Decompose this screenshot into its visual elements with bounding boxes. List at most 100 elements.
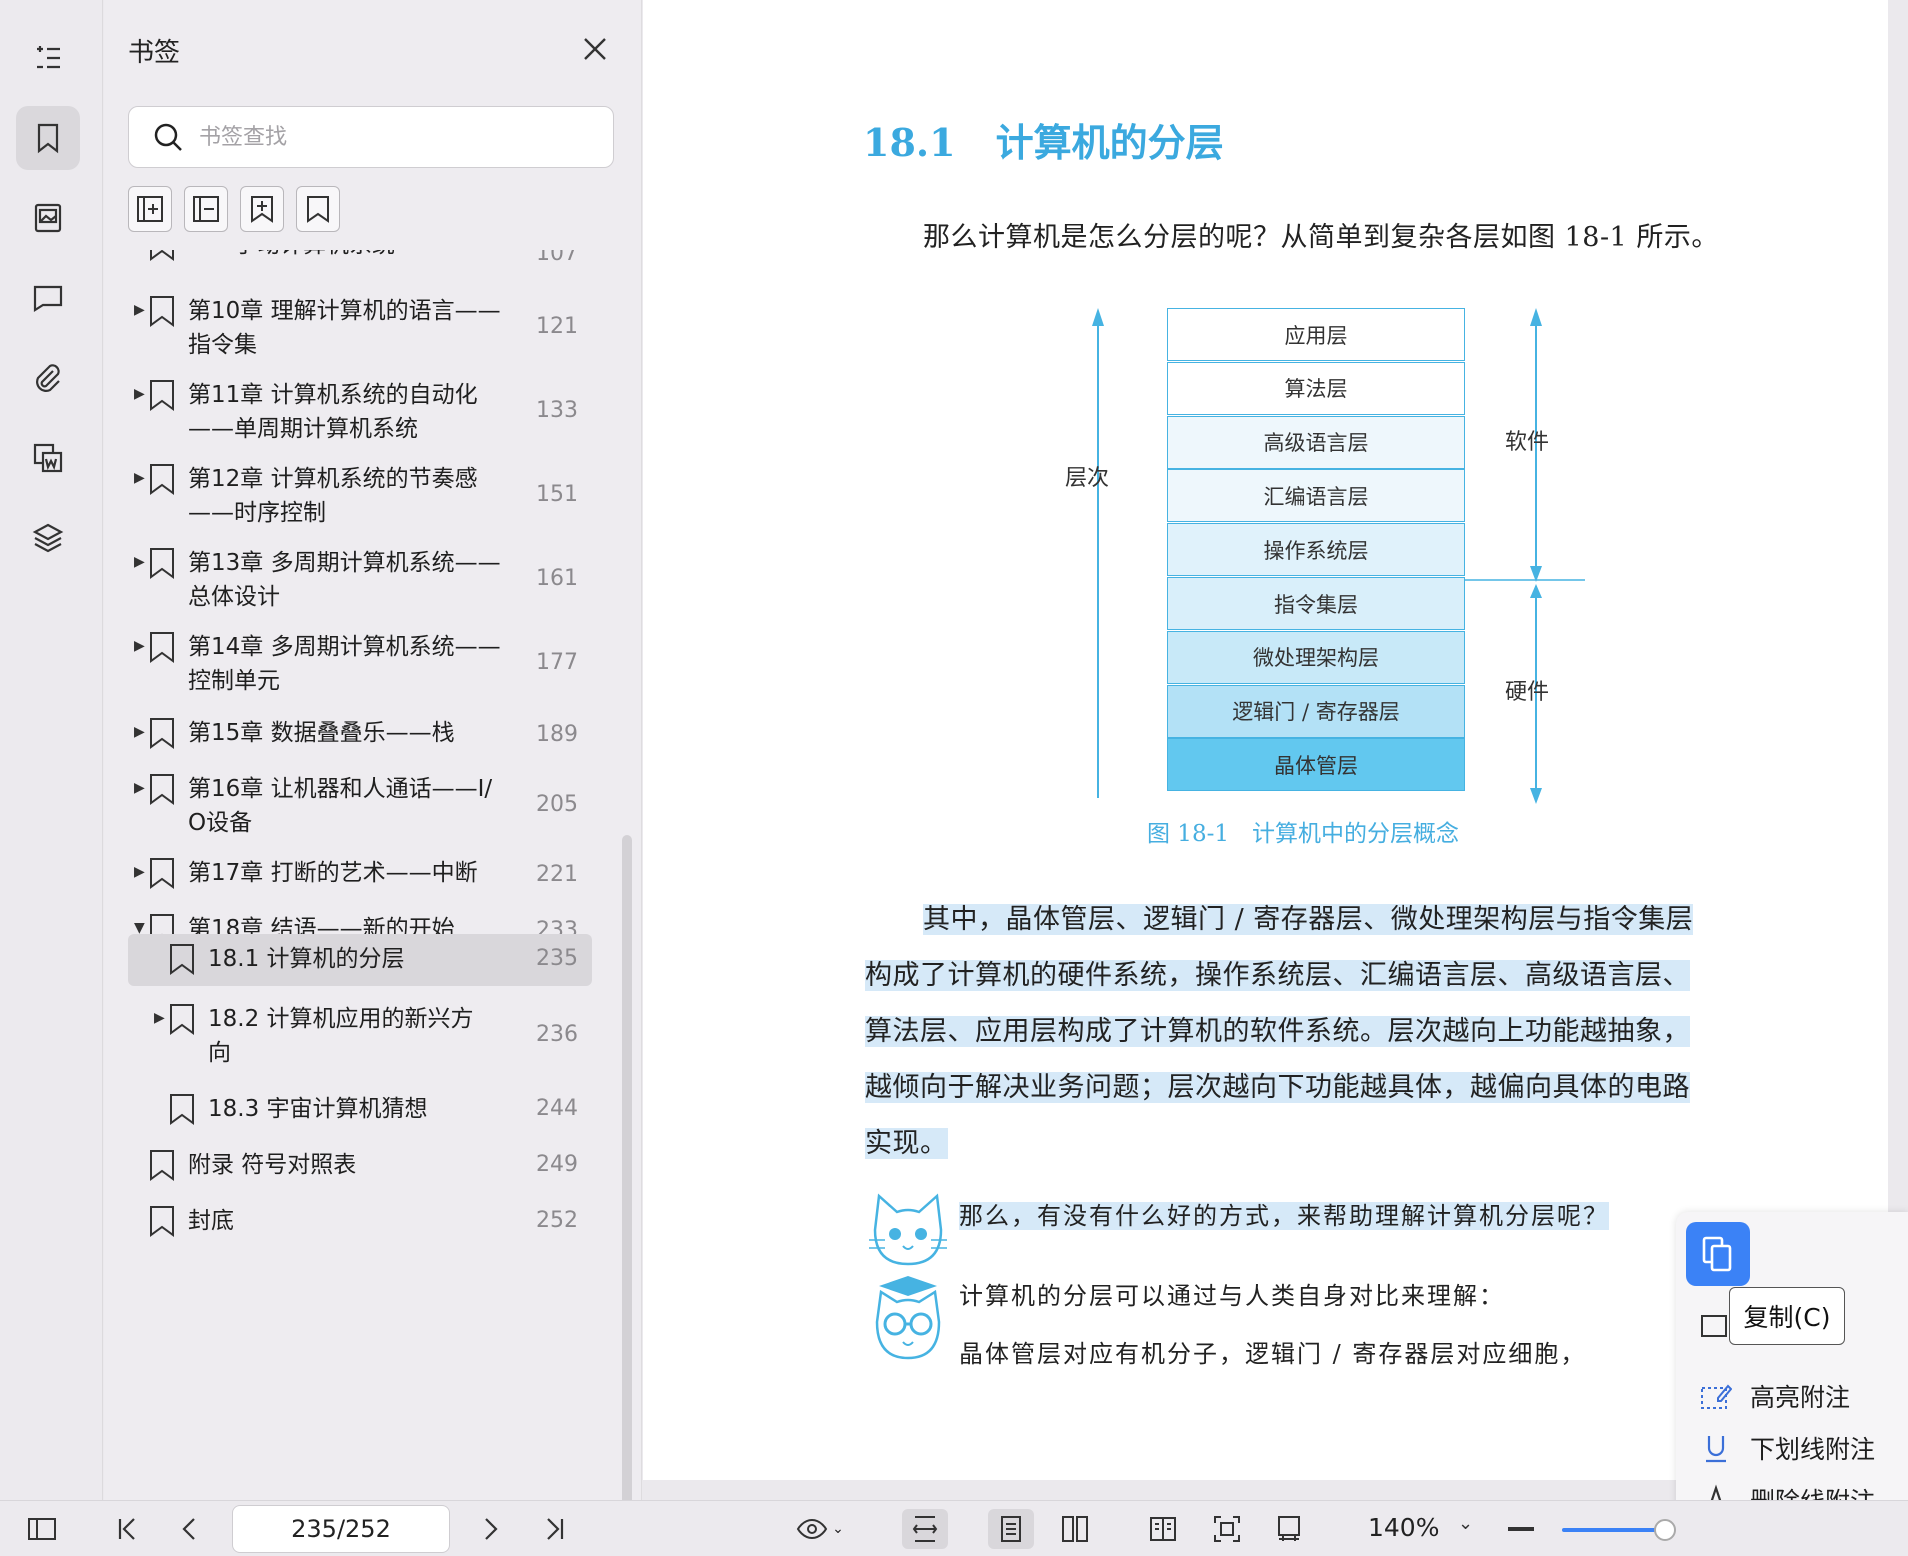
bookmark-item[interactable]: 附录 符号对照表 249 [128,1140,592,1192]
eye-icon [796,1518,828,1540]
collapsed-caret-icon[interactable]: ▶ [134,386,148,402]
highlighted-text: 构成了计算机的硬件系统，操作系统层、汇编语言层、高级语言层、 [865,960,1690,991]
zoom-slider[interactable] [1562,1528,1662,1532]
single-page-button[interactable] [988,1509,1034,1549]
bookmark-button[interactable] [296,186,340,232]
bookmark-item[interactable]: ▶ 第12章 计算机系统的节奏感 ——时序控制 151 [128,454,592,538]
bookmark-icon [170,1094,194,1125]
bookmark-scrollbar[interactable] [622,835,632,1505]
bookmark-title: 第12章 计算机系统的节奏感 ——时序控制 [188,466,478,526]
bookmark-icon [150,380,174,411]
bottom-toolbar: 235/252 ⌄ 140% ⌄ [0,1500,1908,1556]
bookmark-page-number: 205 [536,792,578,817]
bookmark-icon [150,774,174,805]
layers-icon[interactable] [16,506,80,570]
bookmark-item[interactable]: ▶ 第16章 让机器和人通话——I/ O设备 205 [128,764,592,848]
bookmark-item[interactable]: ▶ 第14章 多周期计算机系统—— 控制单元 177 [128,622,592,706]
diagram-layer: 应用层 [1167,308,1465,361]
attachment-icon[interactable] [16,346,80,410]
diagram-layer: 逻辑门 / 寄存器层 [1167,684,1465,738]
collapsed-caret-icon[interactable]: ▶ [134,638,148,654]
bookmark-page-number: 244 [536,1096,578,1121]
first-page-button[interactable] [108,1509,148,1549]
collapsed-caret-icon[interactable]: ▶ [134,470,148,486]
expand-all-icon [137,196,163,222]
highlighted-text: 越倾向于解决业务问题；层次越向下功能越具体，越偏向具体的电路 [865,1072,1690,1103]
fit-width-button[interactable] [902,1509,948,1549]
zoom-dropdown-icon[interactable]: ⌄ [1458,1513,1473,1534]
zoom-level[interactable]: 140% [1368,1513,1439,1542]
highlighted-text: 其中，晶体管层、逻辑门 / 寄存器层、微处理架构层与指令集层 [923,904,1694,935]
zoom-slider-knob[interactable] [1654,1519,1676,1541]
collapsed-caret-icon[interactable]: ▶ [154,1010,168,1026]
collapsed-caret-icon[interactable]: ▶ [134,724,148,740]
thumbnail-icon[interactable] [16,186,80,250]
copy-button[interactable] [1686,1222,1750,1286]
last-page-button[interactable] [534,1509,574,1549]
bookmark-panel-icon[interactable] [16,106,80,170]
bookmark-item[interactable]: 18.1 计算机的分层 235 [128,934,592,986]
bookmark-page-number: 189 [536,722,578,747]
underline-annotation-item[interactable]: 下划线附注 [1700,1428,1875,1468]
view-mode-button[interactable]: ⌄ [790,1509,850,1549]
collapsed-caret-icon[interactable]: ▶ [134,302,148,318]
collapsed-caret-icon[interactable]: ▶ [134,554,148,570]
page-number-input[interactable]: 235/252 [232,1505,450,1553]
bookmark-item[interactable]: ▶ 第17章 打断的艺术——中断 221 [128,848,592,904]
highlight-annotation-item[interactable]: 高亮附注 [1700,1376,1850,1416]
bookmark-page-number: 107 [536,250,578,266]
bookmark-item[interactable]: ▶ 18.2 计算机应用的新兴方 向 236 [128,994,592,1078]
expand-all-button[interactable] [128,186,172,232]
rotate-icon [1278,1516,1300,1541]
next-page-button[interactable] [470,1509,510,1549]
collapsed-caret-icon[interactable]: ▶ [134,780,148,796]
toggle-sidebar-button[interactable] [22,1509,62,1549]
comment-icon[interactable] [16,266,80,330]
book-mode-button[interactable] [1140,1509,1186,1549]
bookmark-icon [150,1206,174,1237]
professor-dialog-line1: 计算机的分层可以通过与人类自身对比来理解： [959,1282,1505,1310]
close-icon[interactable] [580,34,610,64]
figure-caption: 图 18-1 计算机中的分层概念 [1147,821,1459,847]
bookmark-page-number: 235 [536,946,578,971]
highlighted-text: 算法层、应用层构成了计算机的软件系统。层次越向上功能越抽象， [865,1016,1690,1047]
bookmark-item[interactable]: 封底 252 [128,1196,592,1248]
collapse-all-button[interactable] [184,186,228,232]
bookmark-tree: ——手动计算机系统 107 ▶ 第10章 理解计算机的语言—— 指令集 121 ▶ 第11章… [104,250,624,1500]
hierarchy-label: 层次 [1065,466,1110,491]
bookmark-item[interactable]: ▶ 第13章 多周期计算机系统—— 总体设计 161 [128,538,592,622]
rotate-button[interactable] [1266,1509,1312,1549]
intro-paragraph: 那么计算机是怎么分层的呢？从简单到复杂各层如图 18-1 所示。 [923,222,1719,253]
two-page-button[interactable] [1052,1509,1098,1549]
search-input[interactable] [199,124,579,150]
underline-icon [1706,1436,1726,1463]
diagram-layer: 汇编语言层 [1167,469,1465,523]
diagram-layer: 指令集层 [1167,577,1465,630]
bookmark-title: 封底 [188,1208,234,1234]
bookmark-icon [150,250,174,261]
bookmark-icon [150,1150,174,1181]
bookmark-panel: 书签 ——手动计算机系统 107 ▶ 第10章 理解计算机的语言—— 指令集 121 ▶ 第… [104,0,642,1500]
outline-icon[interactable] [16,26,80,90]
fit-page-button[interactable] [1204,1509,1250,1549]
zoom-out-icon[interactable] [1508,1527,1534,1531]
first-page-icon [118,1518,135,1540]
bookmark-item[interactable]: ——手动计算机系统 107 [128,250,592,290]
highlight-annotation-label: 高亮附注 [1750,1383,1851,1412]
bookmark-title: 第16章 让机器和人通话——I/ O设备 [188,776,493,836]
bookmark-title: 第17章 打断的艺术——中断 [188,860,478,886]
copy-icon [1702,1236,1732,1272]
collapsed-caret-icon[interactable]: ▶ [134,864,148,880]
fit-page-icon [1214,1516,1240,1542]
bookmark-item[interactable]: 18.3 宇宙计算机猜想 244 [128,1084,592,1136]
bookmark-search[interactable] [128,106,614,168]
add-bookmark-button[interactable] [240,186,284,232]
prev-page-button[interactable] [170,1509,210,1549]
bookmark-item[interactable]: ▶ 第15章 数据叠叠乐——栈 189 [128,708,592,764]
text-box-icon[interactable] [1700,1312,1730,1342]
bookmark-item[interactable]: ▶ 第11章 计算机系统的自动化 ——单周期计算机系统 133 [128,370,592,454]
page-label-icon[interactable] [16,426,80,490]
layer-diagram: 应用层 算法层 高级语言层 汇编语言层 操作系统层 指令集层 微处理架构层 逻辑门 / 寄存器… [1043,300,1585,820]
bookmark-item[interactable]: ▶ 第10章 理解计算机的语言—— 指令集 121 [128,286,592,370]
cat-dialog-text: 那么，有没有什么好的方式，来帮助理解计算机分层呢？ [959,1202,1609,1230]
